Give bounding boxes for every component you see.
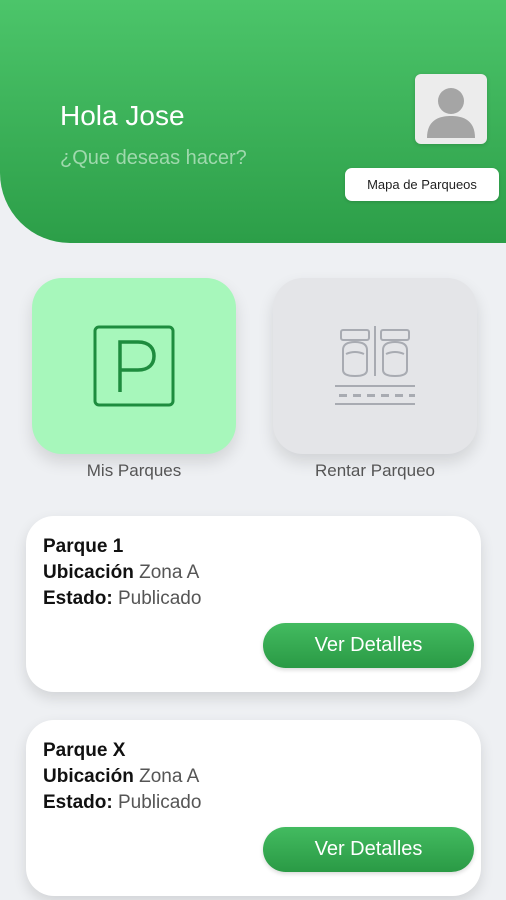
parque-estado: Estado: Publicado bbox=[43, 792, 202, 813]
parque-name: Parque 1 bbox=[43, 536, 124, 557]
greeting-title: Hola Jose bbox=[60, 100, 185, 131]
mis-parques-label: Mis Parques bbox=[86, 461, 182, 480]
mis-parques-tile[interactable] bbox=[32, 278, 236, 454]
greeting-subtitle: ¿Que deseas hacer? bbox=[60, 147, 247, 169]
ver-detalles-button[interactable]: Ver Detalles bbox=[263, 623, 474, 668]
map-of-parkings-button[interactable]: Mapa de Parqueos bbox=[345, 168, 499, 201]
parque-ubicacion: Ubicación Zona A bbox=[43, 562, 200, 583]
parking-cars-icon bbox=[335, 326, 415, 405]
rentar-parqueo-label: Rentar Parqueo bbox=[314, 461, 436, 480]
ver-detalles-button[interactable]: Ver Detalles bbox=[263, 827, 474, 872]
user-avatar-icon bbox=[427, 88, 475, 138]
parque-name: Parque X bbox=[43, 740, 126, 761]
rentar-parqueo-tile[interactable] bbox=[273, 278, 477, 454]
parque-card: Parque 1 Ubicación Zona A Estado: Public… bbox=[26, 516, 481, 692]
parking-p-icon bbox=[93, 325, 175, 407]
parque-ubicacion: Ubicación Zona A bbox=[43, 766, 200, 787]
parque-estado: Estado: Publicado bbox=[43, 588, 202, 609]
avatar[interactable] bbox=[415, 74, 487, 144]
parque-card: Parque X Ubicación Zona A Estado: Public… bbox=[26, 720, 481, 896]
header-banner: Hola Jose ¿Que deseas hacer? Mapa de Par… bbox=[0, 0, 506, 243]
